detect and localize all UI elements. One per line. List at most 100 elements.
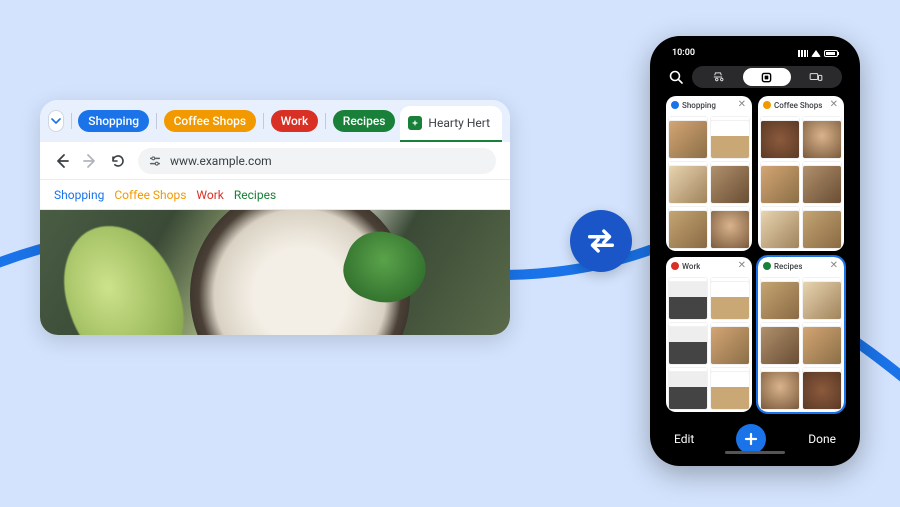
devices-icon [809,72,823,82]
swap-arrows-icon [584,224,618,258]
tab-thumbnail[interactable] [668,206,708,249]
tab-thumbnail[interactable] [668,116,708,159]
tab-thumbnail[interactable] [710,161,750,204]
group-dot-icon [671,262,679,270]
tab-group-label: Shopping [88,114,139,128]
signal-icon [798,50,808,57]
battery-icon [824,50,838,57]
close-group-button[interactable]: ✕ [829,100,839,110]
incognito-icon [712,72,724,82]
page-content-image [40,210,510,335]
group-label: Recipes [774,262,802,271]
phone-screen: 10:00 [658,44,852,458]
separator [325,113,326,129]
arrow-left-icon [54,153,70,169]
separator [71,113,72,129]
group-card-recipes[interactable]: Recipes ✕ [758,257,844,412]
tab-thumbnail[interactable] [668,367,708,410]
separator [156,113,157,129]
tab-group-shopping[interactable]: Shopping [78,110,149,132]
tab-thumbnail[interactable] [710,322,750,365]
group-label: Work [682,262,700,271]
wifi-icon [811,50,821,57]
tab-thumbnail[interactable] [668,161,708,204]
status-bar: 10:00 [658,44,852,62]
active-tab[interactable]: Hearty Hert [400,106,502,142]
tab-group-label: Recipes [343,114,386,128]
tab-thumbnail[interactable] [668,322,708,365]
tab-group-recipes[interactable]: Recipes [333,110,396,132]
tab-thumbnail[interactable] [802,367,842,410]
group-dot-icon [671,101,679,109]
active-tab-title: Hearty Hert [428,116,490,130]
tab-thumbnail[interactable] [760,206,800,249]
tab-thumbnail[interactable] [802,277,842,320]
sync-badge [570,210,632,272]
group-label: Coffee Shops [774,101,822,110]
tab-thumbnail[interactable] [760,367,800,410]
tab-thumbnail[interactable] [802,322,842,365]
url-text: www.example.com [170,154,272,168]
group-dot-icon [763,262,771,270]
address-bar[interactable]: www.example.com [138,148,496,174]
tab-group-label: Coffee Shops [174,114,246,128]
group-thumbnails [666,114,752,251]
bookmark-coffee[interactable]: Coffee Shops [114,188,186,202]
group-card-shopping[interactable]: Shopping ✕ [666,96,752,251]
site-settings-icon [148,154,162,168]
tab-switcher-segmented [692,66,842,88]
reload-button[interactable] [110,153,126,169]
tab-thumbnail[interactable] [668,277,708,320]
close-group-button[interactable]: ✕ [737,100,747,110]
tab-group-coffee[interactable]: Coffee Shops [164,110,256,132]
group-dot-icon [763,101,771,109]
group-thumbnails [666,275,752,412]
bookmark-work[interactable]: Work [196,188,223,202]
separator [263,113,264,129]
bookmark-recipes[interactable]: Recipes [234,188,276,202]
tab-thumbnail[interactable] [760,161,800,204]
home-indicator [725,451,785,454]
tab-thumbnail[interactable] [710,367,750,410]
segment-incognito[interactable] [694,68,741,86]
desktop-browser-window: Shopping Coffee Shops Work Recipes Heart… [40,100,510,335]
tab-groups-grid: Shopping ✕ Coffee Shops ✕ [658,92,852,420]
tab-group-work[interactable]: Work [271,110,319,132]
close-group-button[interactable]: ✕ [737,261,747,271]
group-label: Shopping [682,101,716,110]
back-button[interactable] [54,153,70,169]
search-icon[interactable] [668,69,684,85]
edit-button[interactable]: Edit [674,432,694,446]
forward-button[interactable] [82,153,98,169]
tab-thumbnail[interactable] [802,161,842,204]
reload-icon [110,153,126,169]
tab-thumbnail[interactable] [802,116,842,159]
tab-thumbnail[interactable] [710,116,750,159]
plus-icon [744,432,758,446]
tab-thumbnail[interactable] [710,206,750,249]
tab-thumbnail[interactable] [760,116,800,159]
tab-group-label: Work [281,114,309,128]
group-thumbnails [758,275,844,412]
tab-thumbnail[interactable] [760,277,800,320]
group-card-work[interactable]: Work ✕ [666,257,752,412]
tab-thumbnail[interactable] [710,277,750,320]
bookmark-shopping[interactable]: Shopping [54,188,104,202]
toolbar: www.example.com [40,142,510,180]
favicon-icon [408,116,422,130]
close-group-button[interactable]: ✕ [829,261,839,271]
done-button[interactable]: Done [808,432,836,446]
group-thumbnails [758,114,844,251]
new-tab-button[interactable] [736,424,766,454]
tab-strip: Shopping Coffee Shops Work Recipes Heart… [40,100,510,142]
phone-top-bar [658,62,852,92]
tab-thumbnail[interactable] [802,206,842,249]
chevron-down-icon [51,116,61,126]
segment-other-devices[interactable] [793,68,840,86]
tab-search-button[interactable] [48,110,64,132]
tab-thumbnail[interactable] [760,322,800,365]
bookmark-bar: Shopping Coffee Shops Work Recipes [40,180,510,210]
group-card-coffee[interactable]: Coffee Shops ✕ [758,96,844,251]
tab-groups-icon [761,72,772,83]
segment-tab-groups[interactable] [743,68,790,86]
